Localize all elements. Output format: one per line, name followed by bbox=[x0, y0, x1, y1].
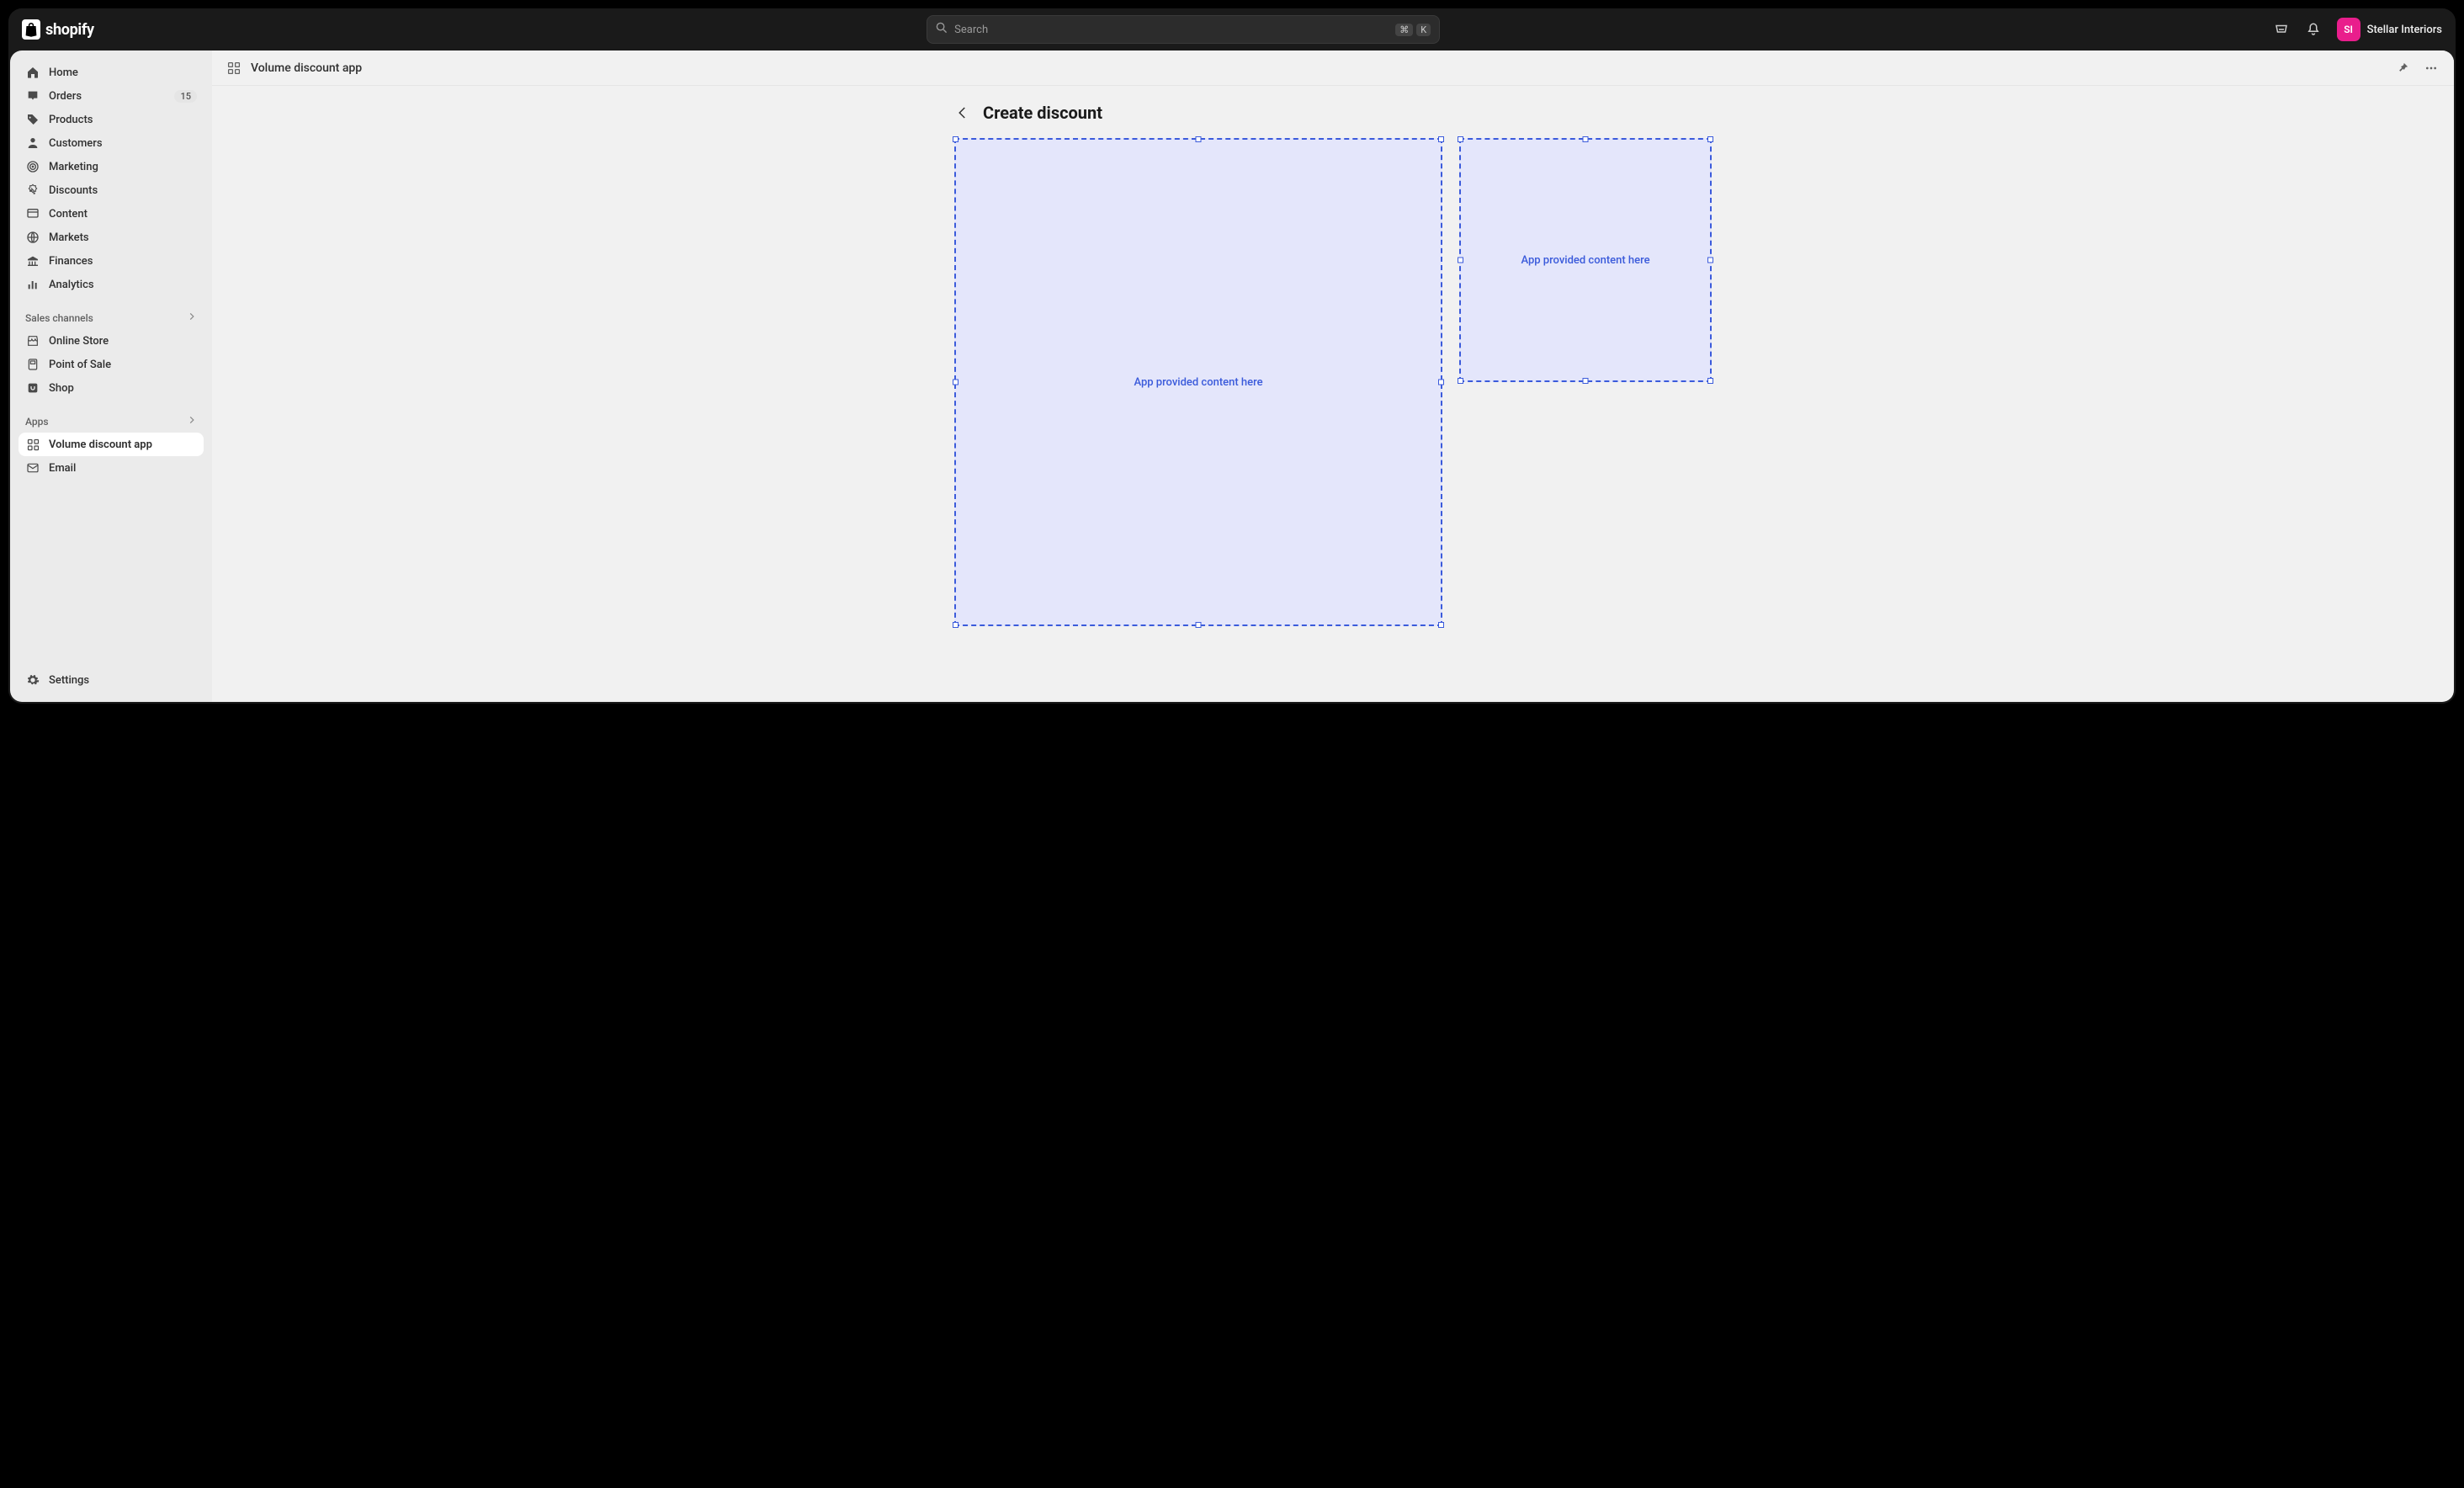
search-icon bbox=[936, 22, 948, 37]
sidebar-item-label: Content bbox=[49, 208, 88, 221]
sidebar-item-label: Email bbox=[49, 462, 76, 475]
sidebar-item-marketing[interactable]: Marketing bbox=[19, 155, 204, 178]
sidebar: Home Orders 15 Products Customers Marketing Di… bbox=[10, 50, 212, 702]
discount-icon bbox=[25, 183, 40, 198]
page-inner: Create discount App provided content her… bbox=[929, 86, 1737, 651]
page-scroll: Create discount App provided content her… bbox=[212, 86, 2454, 702]
sidebar-item-discounts[interactable]: Discounts bbox=[19, 178, 204, 202]
sidebar-item-label: Discounts bbox=[49, 184, 98, 197]
store-icon bbox=[25, 333, 40, 348]
chevron-right-icon bbox=[187, 415, 197, 428]
sidebar-item-label: Point of Sale bbox=[49, 359, 111, 371]
app-header: Volume discount app bbox=[212, 50, 2454, 86]
chevron-right-icon bbox=[187, 311, 197, 324]
more-button[interactable] bbox=[2424, 61, 2439, 76]
topbar-right: SI Stellar Interiors bbox=[2273, 18, 2442, 41]
brand-logo[interactable]: shopify bbox=[22, 19, 94, 40]
sidebar-item-label: Online Store bbox=[49, 335, 109, 348]
sidebar-item-volume-discount[interactable]: Volume discount app bbox=[19, 433, 204, 456]
settings-label: Settings bbox=[49, 674, 89, 687]
home-icon bbox=[25, 65, 40, 80]
apps-icon bbox=[25, 437, 40, 452]
topbar-center: Search ⌘ K bbox=[108, 15, 2260, 44]
brand-name: shopify bbox=[45, 21, 94, 39]
sales-channels-header[interactable]: Sales channels bbox=[19, 306, 204, 329]
page-title: Create discount bbox=[983, 103, 1102, 123]
search-shortcuts: ⌘ K bbox=[1395, 24, 1431, 36]
search-input[interactable]: Search ⌘ K bbox=[927, 15, 1440, 44]
sidebar-item-email[interactable]: Email bbox=[19, 456, 204, 480]
tag-icon bbox=[25, 112, 40, 127]
sidebar-item-online-store[interactable]: Online Store bbox=[19, 329, 204, 353]
globe-icon bbox=[25, 230, 40, 245]
shopify-bag-icon bbox=[22, 19, 40, 40]
sidebar-item-customers[interactable]: Customers bbox=[19, 131, 204, 155]
sales-channels-label: Sales channels bbox=[25, 312, 93, 324]
bank-icon bbox=[25, 253, 40, 268]
placeholder-text: App provided content here bbox=[1521, 254, 1649, 267]
sidebar-item-label: Orders bbox=[49, 90, 82, 103]
target-icon bbox=[25, 159, 40, 174]
inbox-icon[interactable] bbox=[2273, 21, 2290, 38]
apps-icon bbox=[227, 61, 241, 75]
body-area: Home Orders 15 Products Customers Marketing Di… bbox=[8, 50, 2456, 704]
badge: 15 bbox=[174, 90, 197, 103]
content-icon bbox=[25, 206, 40, 221]
mail-icon bbox=[25, 460, 40, 476]
page-title-row: Create discount bbox=[954, 103, 1712, 123]
sidebar-item-orders[interactable]: Orders 15 bbox=[19, 84, 204, 108]
sidebar-item-home[interactable]: Home bbox=[19, 61, 204, 84]
primary-placeholder: App provided content here bbox=[954, 138, 1442, 626]
kbd-cmd: ⌘ bbox=[1395, 24, 1413, 36]
sidebar-item-label: Customers bbox=[49, 137, 103, 150]
sidebar-item-pos[interactable]: Point of Sale bbox=[19, 353, 204, 376]
secondary-placeholder: App provided content here bbox=[1459, 138, 1712, 382]
sidebar-item-label: Shop bbox=[49, 382, 74, 395]
content-panels: App provided content here App provided c… bbox=[954, 138, 1712, 626]
search-placeholder: Search bbox=[954, 24, 988, 36]
shop-icon bbox=[25, 380, 40, 396]
inbox-icon bbox=[25, 88, 40, 104]
sidebar-item-label: Markets bbox=[49, 231, 89, 244]
kbd-k: K bbox=[1416, 24, 1431, 36]
sidebar-item-settings[interactable]: Settings bbox=[19, 668, 204, 692]
sidebar-item-analytics[interactable]: Analytics bbox=[19, 273, 204, 296]
sidebar-item-shop[interactable]: Shop bbox=[19, 376, 204, 400]
sidebar-item-markets[interactable]: Markets bbox=[19, 226, 204, 249]
main-content: Volume discount app Crea bbox=[212, 50, 2454, 702]
placeholder-text: App provided content here bbox=[1134, 376, 1262, 389]
app-frame: shopify Search ⌘ K SI bbox=[8, 8, 2456, 704]
app-header-title: Volume discount app bbox=[251, 61, 362, 75]
sidebar-item-label: Products bbox=[49, 114, 93, 126]
back-button[interactable] bbox=[954, 104, 971, 121]
apps-header[interactable]: Apps bbox=[19, 410, 204, 433]
person-icon bbox=[25, 136, 40, 151]
avatar: SI bbox=[2337, 18, 2360, 41]
store-switcher[interactable]: SI Stellar Interiors bbox=[2337, 18, 2442, 41]
sidebar-item-label: Volume discount app bbox=[49, 438, 152, 451]
gear-icon bbox=[25, 672, 40, 688]
store-name: Stellar Interiors bbox=[2367, 24, 2442, 36]
sidebar-item-label: Analytics bbox=[49, 279, 94, 291]
bell-icon[interactable] bbox=[2305, 21, 2322, 38]
sidebar-item-products[interactable]: Products bbox=[19, 108, 204, 131]
sidebar-item-label: Marketing bbox=[49, 161, 98, 173]
sidebar-item-content[interactable]: Content bbox=[19, 202, 204, 226]
apps-label: Apps bbox=[25, 416, 49, 428]
topbar: shopify Search ⌘ K SI bbox=[8, 8, 2456, 50]
bars-icon bbox=[25, 277, 40, 292]
sidebar-item-label: Finances bbox=[49, 255, 93, 268]
pos-icon bbox=[25, 357, 40, 372]
sidebar-item-label: Home bbox=[49, 66, 78, 79]
sidebar-item-finances[interactable]: Finances bbox=[19, 249, 204, 273]
pin-button[interactable] bbox=[2395, 61, 2410, 76]
